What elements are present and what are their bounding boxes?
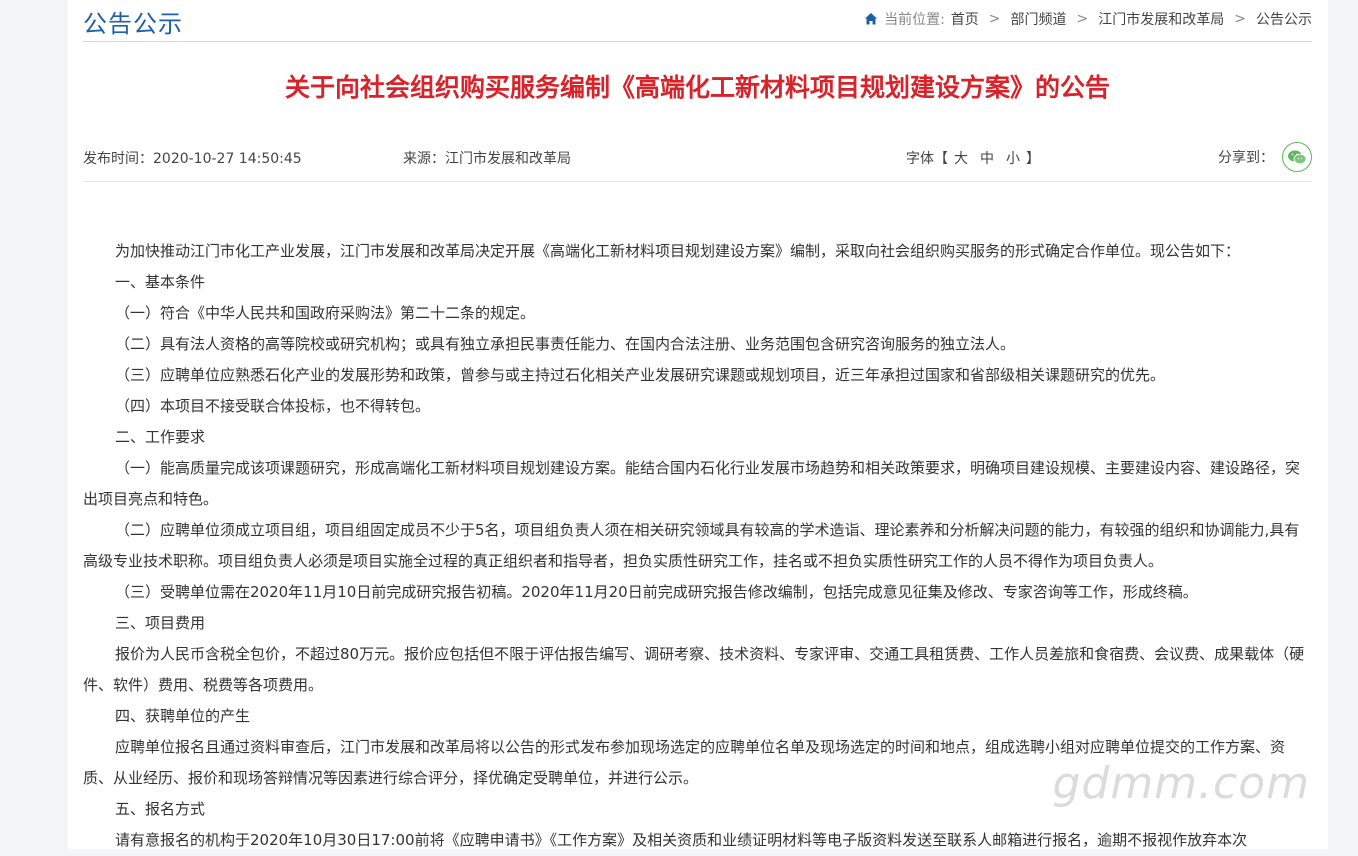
- article-title: 关于向社会组织购买服务编制《高端化工新材料项目规划建设方案》的公告: [284, 73, 1110, 102]
- heading-basic-conditions: 一、基本条件: [115, 273, 206, 291]
- paragraph: （二）具有法人资格的高等院校或研究机构；或具有独立承担民事责任能力、在国内合法注…: [115, 335, 1016, 353]
- paragraph-intro: 为加快推动江门市化工产业发展，江门市发展和改革局决定开展《高端化工新材料项目规划…: [115, 242, 1241, 260]
- breadcrumb-separator: >: [1234, 11, 1246, 27]
- share-label: 分享到：: [1218, 150, 1274, 166]
- article-meta: 发布时间：2020-10-27 14:50:45 来源：江门市发展和改革局 字体…: [83, 140, 1312, 174]
- breadcrumb-separator: >: [1076, 11, 1089, 27]
- paragraph: 请有意报名的机构于2020年10月30日17:00前将《应聘申请书》《工作方案》…: [115, 831, 1248, 849]
- heading-work-requirements: 二、工作要求: [115, 428, 206, 446]
- breadcrumb-separator: >: [988, 11, 1001, 27]
- meta-divider: [83, 181, 1312, 182]
- heading-project-cost: 三、项目费用: [115, 614, 206, 632]
- home-icon: [865, 13, 878, 25]
- breadcrumb-prefix: 当前位置:: [884, 12, 945, 28]
- paragraph: （一）符合《中华人民共和国政府采购法》第二十二条的规定。: [115, 304, 536, 322]
- breadcrumb: 当前位置: 首页 > 部门频道 > 江门市发展和改革局 > 公告公示: [864, 9, 1312, 29]
- paragraph: （三）受聘单位需在2020年11月10日前完成研究报告初稿。2020年11月20…: [115, 583, 1198, 601]
- font-size-small[interactable]: 小: [1006, 151, 1020, 167]
- paragraph: （四）本项目不接受联合体投标，也不得转包。: [115, 397, 431, 415]
- watermark: gdmm.com: [1052, 758, 1310, 809]
- breadcrumb-home[interactable]: 首页: [951, 9, 979, 29]
- heading-selection: 四、获聘单位的产生: [115, 707, 251, 725]
- breadcrumb-current[interactable]: 公告公示: [1256, 9, 1312, 29]
- article-source: 来源：江门市发展和改革局: [403, 151, 571, 167]
- font-size-control: 字体【大中小】: [906, 148, 1040, 168]
- breadcrumb-department[interactable]: 部门频道: [1011, 9, 1067, 29]
- publish-time: 发布时间：2020-10-27 14:50:45: [83, 151, 302, 167]
- section-title: 公告公示: [83, 10, 183, 38]
- breadcrumb-bureau[interactable]: 江门市发展和改革局: [1098, 9, 1224, 29]
- share: 分享到：: [1218, 142, 1312, 172]
- paragraph: 报价为人民币含税全包价，不超过80万元。报价应包括但不限于评估报告编写、调研考察…: [83, 645, 1305, 694]
- font-size-large[interactable]: 大: [954, 151, 968, 167]
- font-size-medium[interactable]: 中: [980, 151, 994, 167]
- font-close: 】: [1026, 151, 1040, 167]
- paragraph: （二）应聘单位须成立项目组，项目组固定成员不少于5名，项目组负责人须在相关研究领…: [83, 521, 1300, 570]
- paragraph: （一）能高质量完成该项课题研究，形成高端化工新材料项目规划建设方案。能结合国内石…: [83, 459, 1301, 508]
- wechat-share-button[interactable]: [1282, 142, 1312, 172]
- wechat-icon: [1288, 150, 1307, 165]
- paragraph: （三）应聘单位应熟悉石化产业的发展形势和政策，曾参与或主持过石化相关产业发展研究…: [115, 366, 1166, 384]
- font-label: 字体【: [906, 151, 948, 167]
- header-divider: [83, 41, 1312, 42]
